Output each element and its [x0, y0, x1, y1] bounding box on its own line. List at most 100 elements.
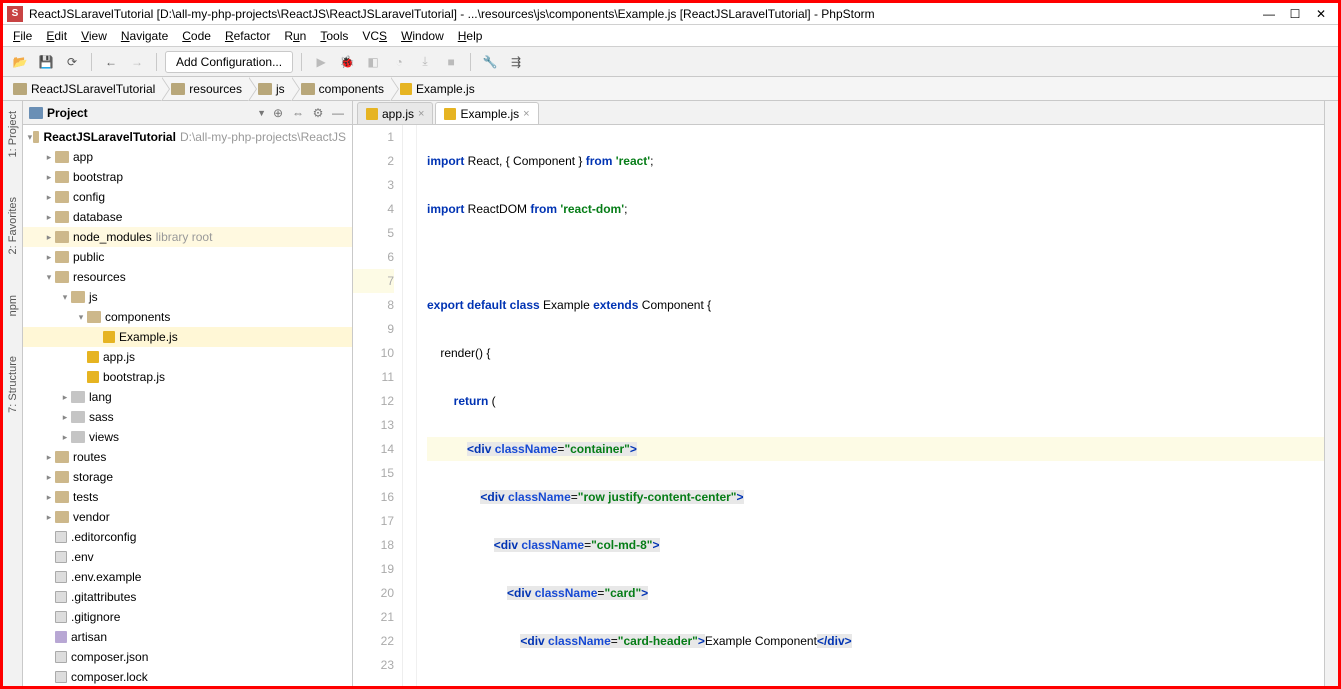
coverage-icon[interactable]: ◧	[362, 51, 384, 73]
tree-folder[interactable]: ▸config	[23, 187, 352, 207]
target-icon[interactable]: ⊕	[270, 106, 286, 120]
tree-folder[interactable]: ▾js	[23, 287, 352, 307]
add-configuration-button[interactable]: Add Configuration...	[165, 51, 293, 73]
stop-icon[interactable]: ■	[440, 51, 462, 73]
folder-icon	[55, 211, 69, 223]
sync-icon[interactable]: ⟳	[61, 51, 83, 73]
tab-appjs[interactable]: app.js×	[357, 102, 433, 124]
editor: app.js× Example.js× 12345678910111213141…	[353, 101, 1324, 686]
menu-run[interactable]: Run	[278, 27, 312, 45]
tool-npm[interactable]: npm	[7, 295, 19, 316]
breadcrumb-item[interactable]: components	[291, 77, 390, 100]
tree-file[interactable]: ▸composer.lock	[23, 667, 352, 686]
tree-root[interactable]: ▾ReactJSLaravelTutorialD:\all-my-php-pro…	[23, 127, 352, 147]
tool-favorites[interactable]: 2: Favorites	[7, 197, 19, 254]
json-file-icon	[55, 651, 67, 663]
folder-icon	[55, 451, 69, 463]
tool-project[interactable]: 1: Project	[7, 111, 19, 157]
menu-help[interactable]: Help	[452, 27, 489, 45]
tree-file[interactable]: ▸app.js	[23, 347, 352, 367]
tree-file-example[interactable]: ▸Example.js	[23, 327, 352, 347]
tree-folder[interactable]: ▸tests	[23, 487, 352, 507]
tree-file[interactable]: ▸composer.json	[23, 647, 352, 667]
file-icon	[55, 591, 67, 603]
tree-file[interactable]: ▸.editorconfig	[23, 527, 352, 547]
folder-icon	[171, 83, 185, 95]
code-area[interactable]: 1234567891011121314151617181920212223 im…	[353, 125, 1324, 686]
fold-column[interactable]	[403, 125, 417, 686]
title-bar: S ReactJSLaravelTutorial [D:\all-my-php-…	[3, 3, 1338, 25]
tree-folder[interactable]: ▸database	[23, 207, 352, 227]
forward-icon[interactable]: →	[126, 51, 148, 73]
menu-window[interactable]: Window	[395, 27, 450, 45]
tree-folder[interactable]: ▸views	[23, 427, 352, 447]
attach-icon[interactable]: ⤓	[414, 51, 436, 73]
tree-folder[interactable]: ▸sass	[23, 407, 352, 427]
tab-examplejs[interactable]: Example.js×	[435, 102, 538, 124]
menu-file[interactable]: File	[7, 27, 38, 45]
breadcrumb-item[interactable]: resources	[161, 77, 248, 100]
back-icon[interactable]: ←	[100, 51, 122, 73]
minimize-button[interactable]: —	[1256, 7, 1282, 21]
tree-file[interactable]: ▸.gitignore	[23, 607, 352, 627]
file-icon	[55, 611, 67, 623]
tree-folder[interactable]: ▸bootstrap	[23, 167, 352, 187]
tree-folder[interactable]: ▸app	[23, 147, 352, 167]
run-icon[interactable]: ▶	[310, 51, 332, 73]
folder-icon	[55, 491, 69, 503]
tree-folder[interactable]: ▸vendor	[23, 507, 352, 527]
menu-edit[interactable]: Edit	[40, 27, 73, 45]
tree-file[interactable]: ▸artisan	[23, 627, 352, 647]
wrench-icon[interactable]: 🔧	[479, 51, 501, 73]
project-tree[interactable]: ▾ReactJSLaravelTutorialD:\all-my-php-pro…	[23, 125, 352, 686]
tool-structure[interactable]: 7: Structure	[7, 356, 19, 413]
hide-icon[interactable]: —	[330, 106, 346, 120]
separator	[470, 53, 471, 71]
debug-icon[interactable]: 🐞	[336, 51, 358, 73]
folder-icon	[55, 511, 69, 523]
tree-folder-node-modules[interactable]: ▸node_moduleslibrary root	[23, 227, 352, 247]
tree-folder[interactable]: ▾resources	[23, 267, 352, 287]
tree-file[interactable]: ▸.gitattributes	[23, 587, 352, 607]
close-icon[interactable]: ×	[418, 108, 424, 120]
tree-folder[interactable]: ▾components	[23, 307, 352, 327]
window-title: ReactJSLaravelTutorial [D:\all-my-php-pr…	[29, 7, 1256, 21]
folder-icon	[258, 83, 272, 95]
left-tool-strip: 1: Project 2: Favorites npm 7: Structure	[3, 101, 23, 686]
menu-view[interactable]: View	[75, 27, 113, 45]
app-icon: S	[7, 6, 23, 22]
main-toolbar: 📂 💾 ⟳ ← → Add Configuration... ▶ 🐞 ◧ ◔ ⤓…	[3, 47, 1338, 77]
maximize-button[interactable]: ☐	[1282, 7, 1308, 21]
profile-icon[interactable]: ◔	[388, 51, 410, 73]
js-file-icon	[400, 83, 412, 95]
breadcrumb-item[interactable]: ReactJSLaravelTutorial	[3, 77, 161, 100]
code-text[interactable]: import React, { Component } from 'react'…	[417, 125, 1324, 686]
menu-tools[interactable]: Tools	[314, 27, 354, 45]
tree-file[interactable]: ▸bootstrap.js	[23, 367, 352, 387]
structure-icon[interactable]: ⇶	[505, 51, 527, 73]
gear-icon[interactable]: ⚙	[310, 106, 326, 120]
menu-refactor[interactable]: Refactor	[219, 27, 276, 45]
file-icon	[55, 551, 67, 563]
collapse-icon[interactable]: ⇔	[290, 106, 306, 120]
tree-folder[interactable]: ▸storage	[23, 467, 352, 487]
folder-icon	[71, 291, 85, 303]
tree-folder[interactable]: ▸public	[23, 247, 352, 267]
breadcrumb-item[interactable]: Example.js	[390, 77, 481, 100]
open-icon[interactable]: 📂	[9, 51, 31, 73]
tree-folder[interactable]: ▸lang	[23, 387, 352, 407]
menu-navigate[interactable]: Navigate	[115, 27, 174, 45]
menu-vcs[interactable]: VCS	[356, 27, 393, 45]
editor-tabs: app.js× Example.js×	[353, 101, 1324, 125]
folder-icon	[71, 391, 85, 403]
dropdown-icon[interactable]: ▼	[257, 108, 266, 118]
menu-code[interactable]: Code	[176, 27, 217, 45]
save-icon[interactable]: 💾	[35, 51, 57, 73]
tree-file[interactable]: ▸.env	[23, 547, 352, 567]
js-file-icon	[103, 331, 115, 343]
close-icon[interactable]: ×	[523, 108, 529, 120]
tree-folder[interactable]: ▸routes	[23, 447, 352, 467]
tree-file[interactable]: ▸.env.example	[23, 567, 352, 587]
menu-bar: File Edit View Navigate Code Refactor Ru…	[3, 25, 1338, 47]
close-button[interactable]: ✕	[1308, 7, 1334, 21]
